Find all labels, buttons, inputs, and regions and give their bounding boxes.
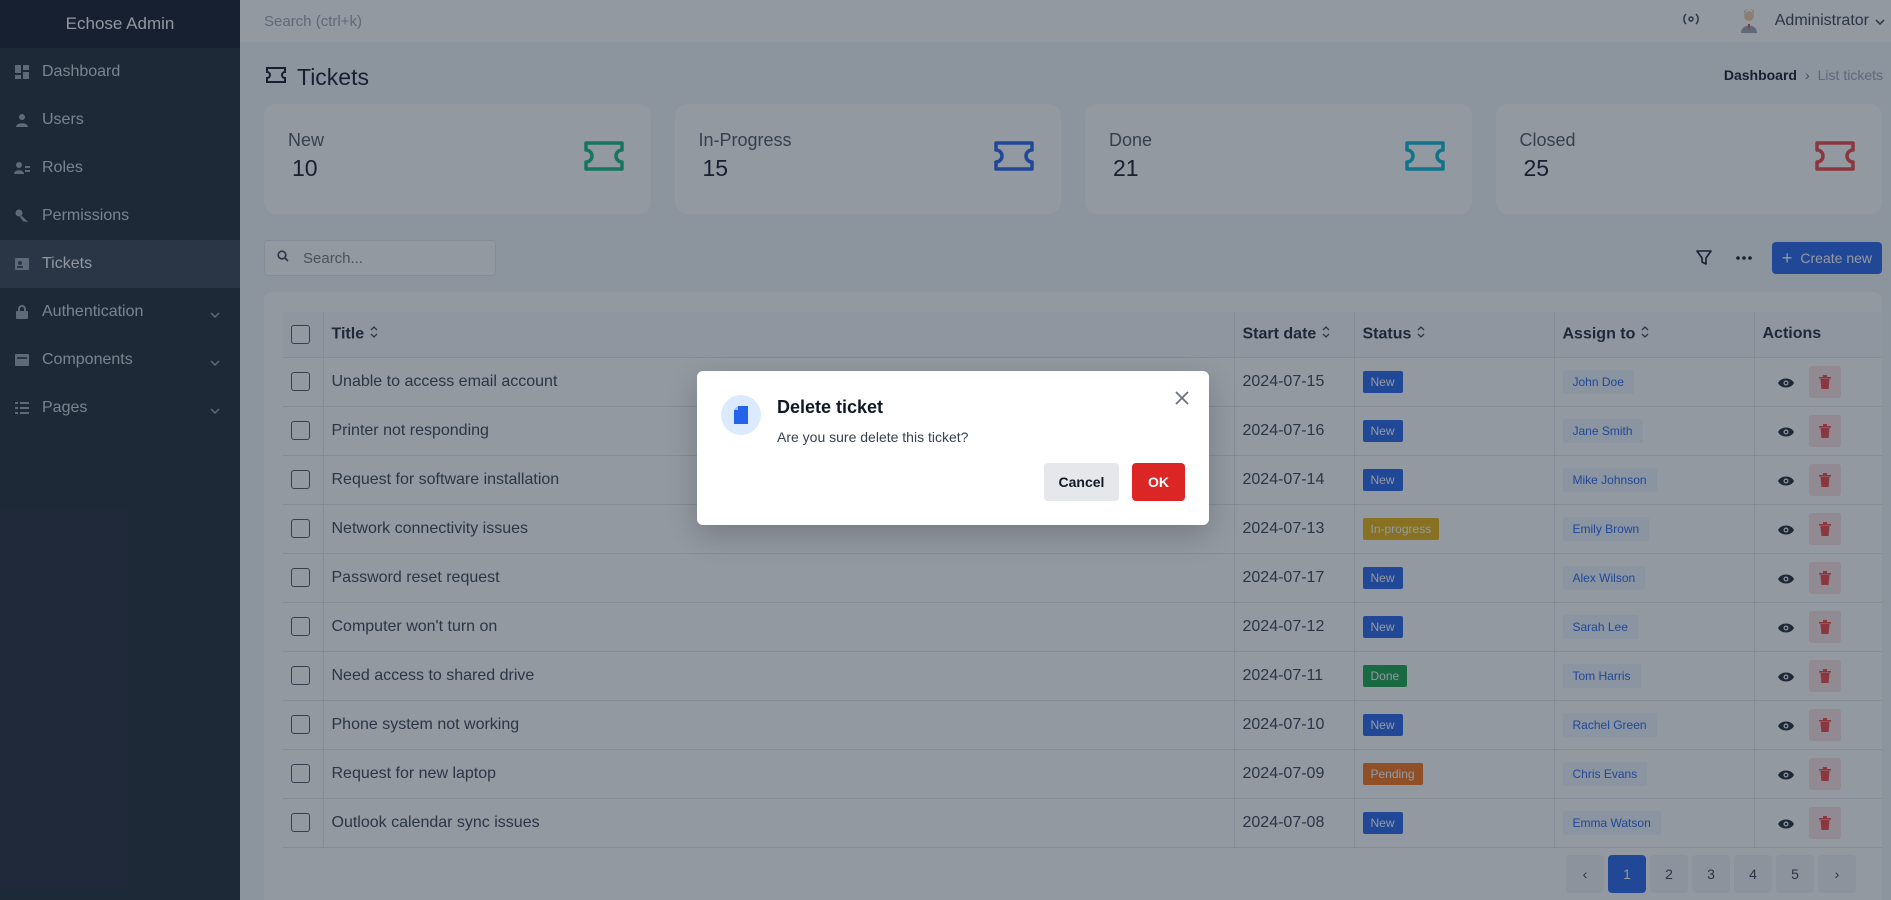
dialog-title: Delete ticket: [777, 397, 884, 417]
ok-button[interactable]: OK: [1132, 463, 1185, 501]
close-icon[interactable]: [1171, 387, 1193, 409]
delete-ticket-dialog: Delete ticket Are you sure delete this t…: [697, 371, 1209, 525]
document-icon: [721, 395, 761, 435]
cancel-button[interactable]: Cancel: [1044, 463, 1119, 501]
dialog-message: Are you sure delete this ticket?: [777, 429, 969, 445]
